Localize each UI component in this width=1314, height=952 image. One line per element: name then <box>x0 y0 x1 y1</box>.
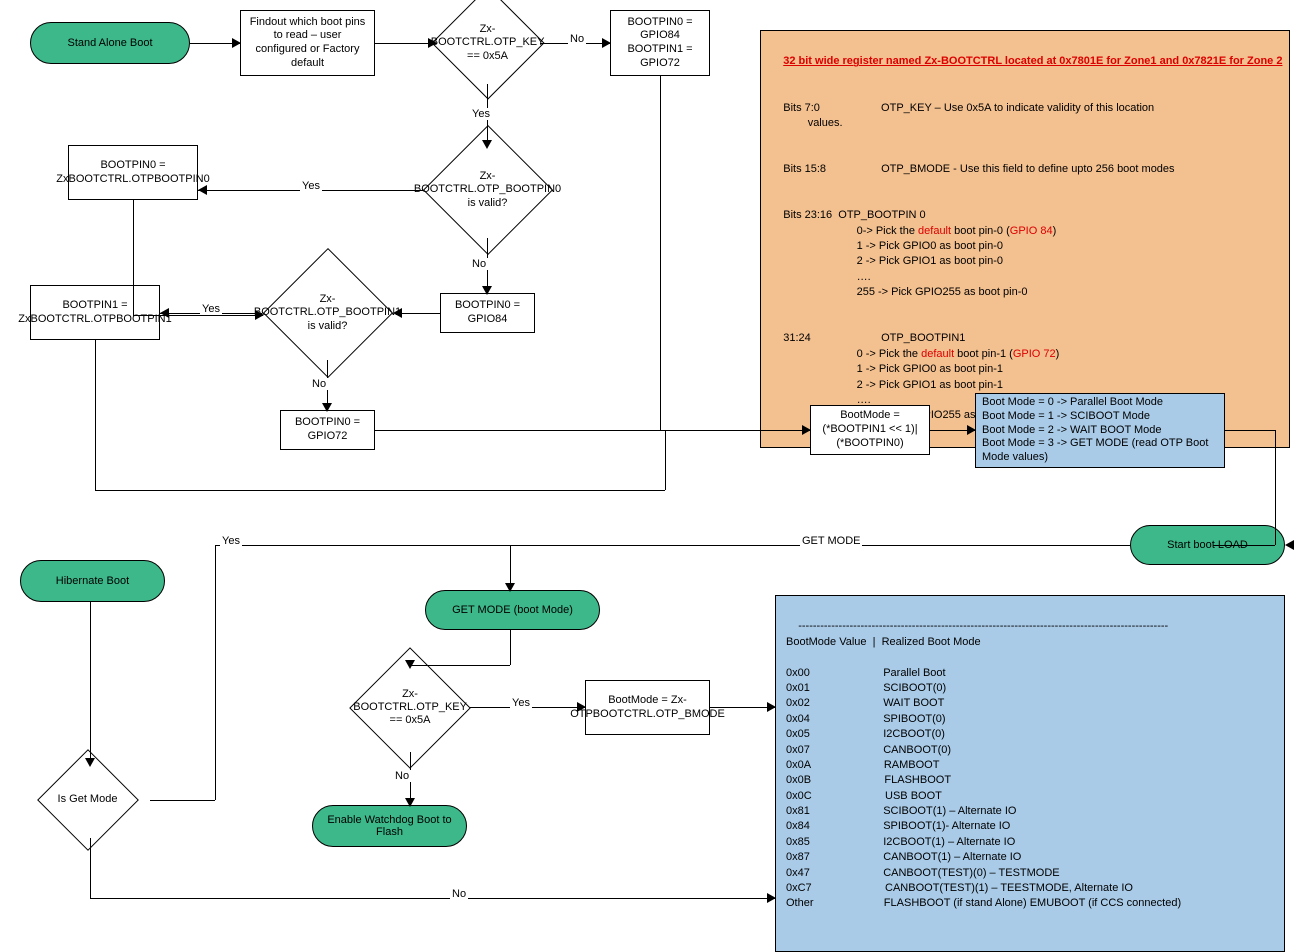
note-table-body: 0x00 Parallel Boot 0x01 SCIBOOT(0) 0x02 … <box>786 667 1181 910</box>
edge-label-no: No <box>568 33 586 45</box>
edge-label-yes: Yes <box>510 697 532 709</box>
edge-label-no: No <box>450 888 468 900</box>
edge-label-yes: Yes <box>220 535 242 547</box>
note-line: 255 -> Pick GPIO255 as boot pin-0 <box>857 286 1028 298</box>
edge-label-no: No <box>470 258 488 270</box>
process-find-boot-pins: Findout which boot pins to read – user c… <box>240 10 375 76</box>
note-line: OTP_BMODE - Use this field to define upt… <box>881 163 1174 175</box>
note-line: Bits 15:8 <box>783 163 826 175</box>
terminal-label: GET MODE (boot Mode) <box>452 604 573 616</box>
decision-label: Zx-BOOTCTRL.OTP_BOOTPIN1 is valid? <box>254 293 401 333</box>
note-bootctrl-register: 32 bit wide register named Zx-BOOTCTRL l… <box>760 30 1290 448</box>
process-label: BootMode = Zx-OTPBOOTCTRL.OTP_BMODE <box>570 694 725 722</box>
process-bootpin0-otp: BOOTPIN0 = ZxBOOTCTRL.OTPBOOTPIN0 <box>68 145 198 200</box>
decision-bootpin0-valid: Zx-BOOTCTRL.OTP_BOOTPIN0 is valid? <box>415 140 560 240</box>
process-label: BOOTPIN0 = GPIO84 BOOTPIN1 = GPIO72 <box>617 16 703 71</box>
note-line: GPIO 72 <box>1013 348 1056 360</box>
note-line: 2 -> Pick GPIO1 as boot pin-1 <box>857 379 1003 391</box>
terminal-label: Stand Alone Boot <box>67 37 152 49</box>
process-bootpin1-otp: BOOTPIN1 = ZxBOOTCTRL.OTPBOOTPIN1 <box>30 285 160 340</box>
edge-label-yes: Yes <box>300 180 322 192</box>
note-line: GPIO 84 <box>1010 225 1053 237</box>
note-line: ) <box>1056 348 1060 360</box>
note-line: Bits 7:0 <box>783 102 820 114</box>
flowchart-canvas: Stand Alone Boot Findout which boot pins… <box>0 0 1314 923</box>
note-line: default <box>921 348 954 360</box>
note-line: ) <box>1053 225 1057 237</box>
decision-label: Zx-BOOTCTRL.OTP_BOOTPIN0 is valid? <box>414 170 561 210</box>
note-line: OTP_KEY – Use 0x5A to indicate validity … <box>881 102 1154 114</box>
note-boot-mode-table: ----------------------------------------… <box>775 595 1285 952</box>
decision-label: Zx-BOOTCTRL.OTP_KEY == 0x5A <box>431 23 544 63</box>
note-line: 1 -> Pick GPIO0 as boot pin-0 <box>857 240 1003 252</box>
note-line: 0 -> Pick the <box>857 348 922 360</box>
process-bootpin1-default: BOOTPIN0 = GPIO72 <box>280 410 375 450</box>
note-header: BootMode Value | Realized Boot Mode <box>786 636 981 648</box>
note-line: 1 -> Pick GPIO0 as boot pin-1 <box>857 363 1003 375</box>
note-line: 31:24 <box>783 332 811 344</box>
edge-label-no: No <box>310 378 328 390</box>
process-bootmode-otp: BootMode = Zx-OTPBOOTCTRL.OTP_BMODE <box>585 680 710 735</box>
terminal-stand-alone-boot: Stand Alone Boot <box>30 22 190 64</box>
process-label: BOOTPIN0 = GPIO72 <box>287 416 368 444</box>
terminal-watchdog-flash: Enable Watchdog Boot to Flash <box>312 805 467 847</box>
note-line: 0-> Pick the <box>857 225 918 237</box>
process-label: BOOTPIN0 = GPIO84 <box>447 299 528 327</box>
decision-otp-key-1: Zx-BOOTCTRL.OTP_KEY == 0x5A <box>430 2 545 84</box>
edge-label-yes: Yes <box>200 303 222 315</box>
process-label: BOOTPIN0 = ZxBOOTCTRL.OTPBOOTPIN0 <box>56 159 209 187</box>
annotation-boot-modes: Boot Mode = 0 -> Parallel Boot Mode Boot… <box>975 393 1225 468</box>
terminal-label: Enable Watchdog Boot to Flash <box>323 814 456 838</box>
decision-is-get-mode: Is Get Mode <box>20 760 155 840</box>
terminal-get-mode: GET MODE (boot Mode) <box>425 590 600 630</box>
note-line: boot pin-0 ( <box>951 225 1010 237</box>
edge-label-get-mode: GET MODE <box>800 535 862 547</box>
process-label: BootMode = (*BOOTPIN1 << 1)|(*BOOTPIN0) <box>817 409 923 450</box>
note-line: boot pin-1 ( <box>954 348 1013 360</box>
note-line: OTP_BOOTPIN1 <box>881 332 965 344</box>
note-sep: ----------------------------------------… <box>798 620 1168 632</box>
decision-otp-key-2: Zx-BOOTCTRL.OTP_KEY == 0x5A <box>345 660 475 755</box>
decision-bootpin1-valid: Zx-BOOTCTRL.OTP_BOOTPIN1 is valid? <box>255 263 400 363</box>
edge-label-no: No <box>393 770 411 782</box>
process-label: BOOTPIN1 = ZxBOOTCTRL.OTPBOOTPIN1 <box>18 299 171 327</box>
note-line: default <box>918 225 951 237</box>
process-bootmode-calc: BootMode = (*BOOTPIN1 << 1)|(*BOOTPIN0) <box>810 405 930 455</box>
note-line: values. <box>808 117 843 129</box>
process-bootpin0-default: BOOTPIN0 = GPIO84 <box>440 293 535 333</box>
decision-label: Is Get Mode <box>58 793 118 806</box>
edge-label-yes: Yes <box>470 108 492 120</box>
terminal-label: Hibernate Boot <box>56 575 129 587</box>
process-default-pins: BOOTPIN0 = GPIO84 BOOTPIN1 = GPIO72 <box>610 10 710 76</box>
note-line: …. <box>857 271 871 283</box>
annotation-label: Boot Mode = 0 -> Parallel Boot Mode Boot… <box>982 396 1218 465</box>
note-line: Bits 23:16 OTP_BOOTPIN 0 <box>783 209 925 221</box>
note-line: 2 -> Pick GPIO1 as boot pin-0 <box>857 255 1003 267</box>
process-label: Findout which boot pins to read – user c… <box>247 16 368 71</box>
terminal-hibernate-boot: Hibernate Boot <box>20 560 165 602</box>
decision-label: Zx-BOOTCTRL.OTP_KEY == 0x5A <box>353 688 466 728</box>
note-title: 32 bit wide register named Zx-BOOTCTRL l… <box>783 55 1282 67</box>
